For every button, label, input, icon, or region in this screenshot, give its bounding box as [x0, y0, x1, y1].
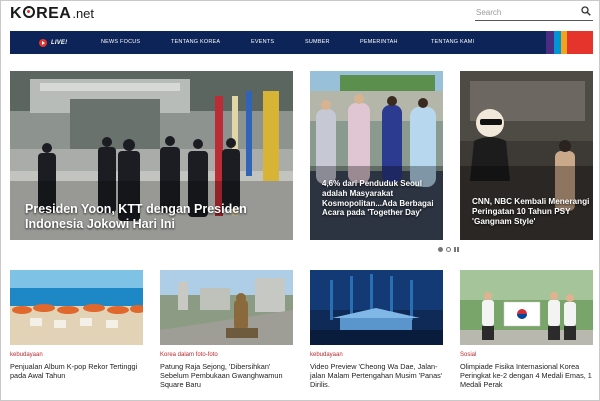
hero-title-psy[interactable]: CNN, NBC Kembali Menerangi Peringatan 10…	[472, 197, 590, 227]
card-title[interactable]: Patung Raja Sejong, 'Dibersihkan' Sebelu…	[160, 362, 294, 389]
brand-stripe	[567, 31, 593, 54]
logo-o-icon	[23, 6, 36, 18]
carousel-dot[interactable]	[446, 247, 451, 252]
logo-net: .net	[72, 6, 95, 21]
news-card[interactable]: Korea dalam foto-foto Patung Raja Sejong…	[160, 270, 293, 389]
pause-icon[interactable]	[454, 247, 459, 252]
search-input[interactable]	[476, 5, 572, 19]
card-title[interactable]: Penjualan Album K-pop Rekor Tertinggi pa…	[10, 362, 144, 380]
logo-k: K	[10, 5, 23, 22]
news-card[interactable]: kebudayaan Penjualan Album K-pop Rekor T…	[10, 270, 143, 380]
card-image[interactable]	[310, 270, 443, 345]
news-card[interactable]: Sosial Olimpiade Fisika Internasional Ko…	[460, 270, 593, 389]
card-category[interactable]: Korea dalam foto-foto	[160, 352, 218, 358]
logo-rea: REA	[36, 5, 72, 22]
nav-item-tentang-kami[interactable]: TENTANG KAMI	[431, 31, 474, 54]
nav-item-events[interactable]: EVENTS	[251, 31, 274, 54]
nav-item-pemerintah[interactable]: PEMERINTAH	[360, 31, 398, 54]
hero-slide-main[interactable]: Presiden Yoon, KTT dengan Presiden Indon…	[10, 71, 293, 240]
nav-live-label: LIVE!	[51, 39, 68, 46]
carousel-dot-active[interactable]	[438, 247, 443, 252]
site-logo[interactable]: K REA .net	[10, 5, 94, 25]
carousel-indicators	[438, 247, 459, 252]
card-photo-cheong-wa-dae	[310, 270, 443, 345]
nav-live[interactable]: LIVE!	[39, 31, 67, 54]
hero-slide-tertiary[interactable]: CNN, NBC Kembali Menerangi Peringatan 10…	[460, 71, 593, 240]
nav-item-tentang-korea[interactable]: TENTANG KOREA	[171, 31, 220, 54]
hero-slide-secondary[interactable]: 4,6% dari Penduduk Seoul adalah Masyarak…	[310, 71, 443, 240]
brand-stripe	[554, 31, 561, 54]
nav-item-news-focus[interactable]: NEWS FOCUS	[101, 31, 140, 54]
search-box	[475, 3, 593, 21]
card-image[interactable]	[10, 270, 143, 345]
card-image[interactable]	[460, 270, 593, 345]
card-category[interactable]: kebudayaan	[310, 352, 343, 358]
brand-stripes	[546, 31, 593, 54]
card-photo-statue	[160, 270, 293, 345]
hero-title-together-day[interactable]: 4,6% dari Penduduk Seoul adalah Masyarak…	[322, 179, 434, 218]
card-image[interactable]	[160, 270, 293, 345]
nav-item-sumber[interactable]: SUMBER	[305, 31, 330, 54]
page: K REA.net LIVE! NEWS FOCUS TENTANG KOREA …	[0, 0, 600, 401]
card-category[interactable]: Sosial	[460, 352, 476, 358]
search-icon[interactable]	[581, 6, 591, 16]
card-category[interactable]: kebudayaan	[10, 352, 43, 358]
card-photo-beach	[10, 270, 143, 345]
card-photo-physics-olympiad	[460, 270, 593, 345]
live-play-icon	[39, 38, 47, 47]
news-card[interactable]: kebudayaan Video Preview 'Cheong Wa Dae,…	[310, 270, 443, 389]
main-navbar: LIVE! NEWS FOCUS TENTANG KOREA EVENTS SU…	[10, 31, 593, 54]
card-title[interactable]: Video Preview 'Cheong Wa Dae, Jalan-jala…	[310, 362, 444, 389]
card-title[interactable]: Olimpiade Fisika Internasional Korea Per…	[460, 362, 594, 389]
hero-title-main[interactable]: Presiden Yoon, KTT dengan Presiden Indon…	[25, 202, 285, 232]
brand-stripe	[546, 31, 554, 54]
